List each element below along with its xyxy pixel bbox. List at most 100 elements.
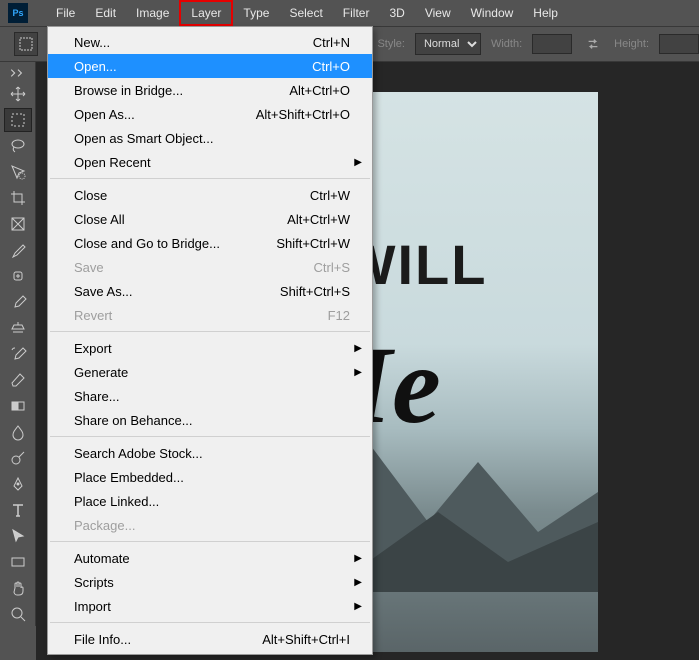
menu-browse-in-bridge[interactable]: Browse in Bridge... Alt+Ctrl+O (48, 78, 372, 102)
menu-file[interactable]: File (46, 2, 85, 24)
menu-save-as[interactable]: Save As... Shift+Ctrl+S (48, 279, 372, 303)
menu-label: Open as Smart Object... (74, 131, 213, 146)
menu-shortcut: Shift+Ctrl+S (280, 284, 350, 299)
submenu-arrow-icon: ▶ (354, 577, 362, 588)
zoom-tool[interactable] (4, 602, 32, 626)
menu-divider (50, 178, 370, 179)
menu-shortcut: Ctrl+O (312, 59, 350, 74)
menu-open-recent[interactable]: Open Recent ▶ (48, 150, 372, 174)
height-input[interactable] (659, 34, 699, 54)
pen-tool[interactable] (4, 472, 32, 496)
swap-icon[interactable] (582, 33, 604, 55)
marquee-tool[interactable] (4, 108, 32, 132)
menu-label: Share on Behance... (74, 413, 193, 428)
menu-new[interactable]: New... Ctrl+N (48, 30, 372, 54)
collapse-icon[interactable] (4, 66, 32, 80)
menu-view[interactable]: View (415, 2, 461, 24)
menu-automate[interactable]: Automate▶ (48, 546, 372, 570)
brush-tool[interactable] (4, 290, 32, 314)
file-menu-dropdown: New... Ctrl+N Open... Ctrl+O Browse in Bridg… (47, 26, 373, 655)
menu-label: Generate (74, 365, 128, 380)
menu-shortcut: Alt+Ctrl+O (289, 83, 350, 98)
menu-label: Import (74, 599, 111, 614)
menu-share-on-behance[interactable]: Share on Behance... (48, 408, 372, 432)
menu-edit[interactable]: Edit (85, 2, 126, 24)
menu-open-as[interactable]: Open As...Alt+Shift+Ctrl+O (48, 102, 372, 126)
crop-tool[interactable] (4, 186, 32, 210)
menu-type[interactable]: Type (233, 2, 279, 24)
quick-select-tool[interactable] (4, 160, 32, 184)
submenu-arrow-icon: ▶ (354, 157, 362, 168)
menu-label: Place Embedded... (74, 470, 184, 485)
menu-divider (50, 541, 370, 542)
menu-label: New... (74, 35, 110, 50)
menu-open[interactable]: Open... Ctrl+O (48, 54, 372, 78)
menu-divider (50, 331, 370, 332)
menu-label: Share... (74, 389, 120, 404)
blur-tool[interactable] (4, 420, 32, 444)
menu-image[interactable]: Image (126, 2, 179, 24)
menu-search-adobe-stock[interactable]: Search Adobe Stock... (48, 441, 372, 465)
menu-layer[interactable]: Layer (179, 0, 233, 26)
tool-preset-picker[interactable] (14, 32, 38, 56)
rectangle-tool[interactable] (4, 550, 32, 574)
menubar: Ps File Edit Image Layer Type Select Fil… (0, 0, 699, 26)
submenu-arrow-icon: ▶ (354, 601, 362, 612)
dodge-tool[interactable] (4, 446, 32, 470)
frame-tool[interactable] (4, 212, 32, 236)
menu-3d[interactable]: 3D (379, 2, 414, 24)
submenu-arrow-icon: ▶ (354, 343, 362, 354)
menu-generate[interactable]: Generate ▶ (48, 360, 372, 384)
hand-tool[interactable] (4, 576, 32, 600)
eraser-tool[interactable] (4, 368, 32, 392)
menu-revert: Revert F12 (48, 303, 372, 327)
gradient-tool[interactable] (4, 394, 32, 418)
submenu-arrow-icon: ▶ (354, 367, 362, 378)
menu-label: Open... (74, 59, 117, 74)
menu-scripts[interactable]: Scripts ▶ (48, 570, 372, 594)
menu-shortcut: F12 (328, 308, 350, 323)
menu-close-all[interactable]: Close AllAlt+Ctrl+W (48, 207, 372, 231)
menu-label: Open Recent (74, 155, 151, 170)
menu-close[interactable]: CloseCtrl+W (48, 183, 372, 207)
menu-label: Save (74, 260, 104, 275)
type-tool[interactable] (4, 498, 32, 522)
menu-package: Package... (48, 513, 372, 537)
menu-place-embedded[interactable]: Place Embedded... (48, 465, 372, 489)
clone-stamp-tool[interactable] (4, 316, 32, 340)
height-label: Height: (614, 38, 649, 50)
move-tool[interactable] (4, 82, 32, 106)
menu-select[interactable]: Select (279, 2, 332, 24)
menu-open-as-smart-object[interactable]: Open as Smart Object... (48, 126, 372, 150)
menu-help[interactable]: Help (523, 2, 568, 24)
menu-label: Save As... (74, 284, 133, 299)
menu-shortcut: Shift+Ctrl+W (276, 236, 350, 251)
style-label: Style: (377, 38, 405, 50)
menu-place-linked[interactable]: Place Linked... (48, 489, 372, 513)
style-select[interactable]: Normal (415, 33, 481, 55)
menu-label: Search Adobe Stock... (74, 446, 203, 461)
menu-shortcut: Ctrl+N (313, 35, 350, 50)
menu-filter[interactable]: Filter (333, 2, 380, 24)
menu-label: Scripts (74, 575, 114, 590)
menu-export[interactable]: Export▶ (48, 336, 372, 360)
menu-window[interactable]: Window (461, 2, 524, 24)
menu-label: Browse in Bridge... (74, 83, 183, 98)
eyedropper-tool[interactable] (4, 238, 32, 262)
path-select-tool[interactable] (4, 524, 32, 548)
menu-share[interactable]: Share... (48, 384, 372, 408)
submenu-arrow-icon: ▶ (354, 553, 362, 564)
menu-import[interactable]: Import ▶ (48, 594, 372, 618)
menu-label: Open As... (74, 107, 135, 122)
width-input[interactable] (532, 34, 572, 54)
menu-close-and-go-to-bridge[interactable]: Close and Go to Bridge...Shift+Ctrl+W (48, 231, 372, 255)
spot-heal-tool[interactable] (4, 264, 32, 288)
menu-label: File Info... (74, 632, 131, 647)
menu-label: Revert (74, 308, 112, 323)
menu-shortcut: Ctrl+S (314, 260, 350, 275)
lasso-tool[interactable] (4, 134, 32, 158)
ps-logo: Ps (8, 3, 28, 23)
menu-file-info[interactable]: File Info...Alt+Shift+Ctrl+I (48, 627, 372, 651)
menu-label: Close All (74, 212, 125, 227)
history-brush-tool[interactable] (4, 342, 32, 366)
